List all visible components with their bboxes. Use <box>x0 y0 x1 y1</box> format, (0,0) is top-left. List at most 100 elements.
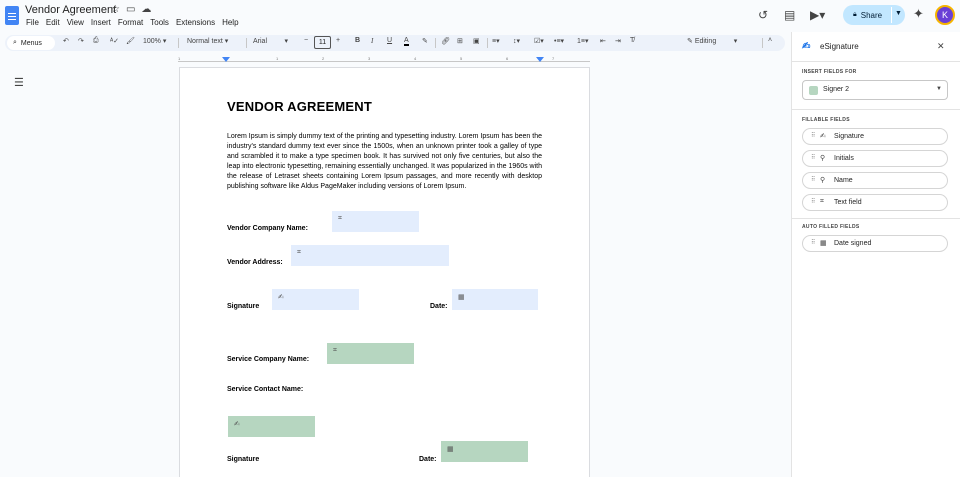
share-label: Share <box>860 10 883 20</box>
label-service-company-name: Service Company Name: <box>227 356 310 363</box>
style-select[interactable]: Normal text ▾ <box>187 37 228 45</box>
text-field-icon: ⌗ <box>333 347 337 354</box>
menu-insert[interactable]: Insert <box>91 18 111 27</box>
insert-image-icon[interactable]: ▣ <box>473 37 480 45</box>
text-field-vendor-address[interactable]: ⌗ <box>291 245 449 266</box>
close-icon[interactable]: ✕ <box>937 41 945 52</box>
mode-select[interactable]: ✎ Editing ▾ <box>687 37 737 45</box>
panel-title: eSignature <box>820 42 859 51</box>
line-spacing-icon[interactable]: ↕▾ <box>513 37 520 45</box>
auto-filled-fields-heading: AUTO FILLED FIELDS <box>802 224 860 230</box>
document-title[interactable]: Vendor Agreement <box>25 4 116 16</box>
field-chip-name[interactable]: ⠿ ⚲ Name <box>802 172 948 189</box>
bold-button[interactable]: B <box>355 37 360 44</box>
lock-icon: 🔒︎ <box>853 11 857 18</box>
menu-file[interactable]: File <box>26 18 39 27</box>
drag-handle-icon[interactable]: ⠿ <box>811 154 815 161</box>
signature-field-1[interactable]: ✍︎ <box>272 289 359 310</box>
cloud-icon[interactable]: ☁ <box>141 4 157 15</box>
date-field-2[interactable]: ▦ <box>441 441 528 462</box>
label-vendor-address: Vendor Address: <box>227 259 283 266</box>
text-field-icon: ⌗ <box>297 249 301 256</box>
menu-format[interactable]: Format <box>118 18 143 27</box>
share-button[interactable]: 🔒︎ Share ▼ <box>843 5 905 25</box>
toolbar-divider <box>246 38 247 48</box>
align-icon[interactable]: ≡▾ <box>492 37 500 45</box>
zoom-select[interactable]: 100% ▾ <box>143 37 166 45</box>
decrease-indent-icon[interactable]: ⇤ <box>600 37 606 45</box>
font-select[interactable]: Arial ▾ <box>253 37 288 45</box>
ruler-number: 1 <box>276 56 279 61</box>
field-chip-signature[interactable]: ⠿ ✍︎ Signature <box>802 128 948 145</box>
menu-tools[interactable]: Tools <box>150 18 169 27</box>
chevron-down-icon[interactable]: ▼ <box>895 10 902 17</box>
search-menus-button[interactable]: ⌕ Menus <box>7 36 55 50</box>
field-chip-label: Signature <box>834 133 864 140</box>
menu-help[interactable]: Help <box>222 18 238 27</box>
print-icon[interactable]: ⎙ <box>93 37 99 45</box>
italic-button[interactable]: I <box>371 37 373 45</box>
left-indent-marker[interactable] <box>222 57 230 62</box>
drag-handle-icon[interactable]: ⠿ <box>811 132 815 139</box>
signer-name: Signer 2 <box>823 86 850 93</box>
comment-icon[interactable]: ▤ <box>784 8 795 22</box>
date-field-1[interactable]: ▦ <box>452 289 538 310</box>
clear-formatting-icon[interactable]: T̸ <box>630 37 634 44</box>
signer-select[interactable]: Signer 2 ▼ <box>802 80 948 100</box>
avatar[interactable]: K <box>935 5 955 25</box>
docs-logo-icon[interactable] <box>5 6 19 25</box>
toolbar-divider <box>487 38 488 48</box>
font-size-input[interactable]: 11 <box>314 36 331 49</box>
drag-handle-icon[interactable]: ⠿ <box>811 198 815 205</box>
redo-icon[interactable]: ↷ <box>78 37 84 45</box>
signature-field-2[interactable]: ✍︎ <box>228 416 315 437</box>
highlight-icon[interactable]: ✎ <box>422 37 428 45</box>
bulleted-list-icon[interactable]: •≡▾ <box>554 37 564 45</box>
field-chip-label: Name <box>834 177 853 184</box>
folder-icon[interactable]: ▭ <box>126 4 141 15</box>
toolbar-divider <box>178 38 179 48</box>
menu-view[interactable]: View <box>67 18 84 27</box>
text-field-vendor-company[interactable]: ⌗ <box>332 211 419 232</box>
checklist-icon[interactable]: ☑▾ <box>534 37 544 45</box>
text-field-service-company[interactable]: ⌗ <box>327 343 414 364</box>
menu-edit[interactable]: Edit <box>46 18 60 27</box>
gemini-icon[interactable]: ✦ <box>913 6 924 22</box>
field-chip-date-signed[interactable]: ⠿ ▦ Date signed <box>802 235 948 252</box>
numbered-list-icon[interactable]: 1≡▾ <box>577 37 589 45</box>
collapse-toolbar-icon[interactable]: ˄ <box>768 37 772 44</box>
esignature-logo-icon: ✍︎ <box>802 41 811 52</box>
field-chip-text-field[interactable]: ⠿ ⌗ Text field <box>802 194 948 211</box>
ruler-line <box>178 61 590 62</box>
ruler-number: 2 <box>322 56 325 61</box>
ruler[interactable]: 1 1 2 3 4 5 6 7 <box>178 56 590 65</box>
label-vendor-company-name: Vendor Company Name: <box>227 225 308 232</box>
add-comment-icon[interactable]: ⊞ <box>457 37 463 45</box>
menu-extensions[interactable]: Extensions <box>176 18 215 27</box>
toolbar: ⌕ Menus ↶ ↷ ⎙ ᴬ✓ 🖌︎ 100% ▾ Normal text ▾… <box>5 35 785 51</box>
paint-format-icon[interactable]: 🖌︎ <box>126 37 135 45</box>
zoom-value: 100% <box>143 38 161 45</box>
field-chip-initials[interactable]: ⠿ ⚲ Initials <box>802 150 948 167</box>
history-icon[interactable]: ↺ <box>758 8 768 22</box>
document-outline-icon[interactable]: ☰ <box>14 76 24 89</box>
document-heading: VENDOR AGREEMENT <box>227 99 373 114</box>
label-signature-2: Signature <box>227 456 260 463</box>
meet-icon[interactable]: ▶▾ <box>810 8 825 22</box>
text-color-button[interactable]: A <box>404 37 409 46</box>
undo-icon[interactable]: ↶ <box>63 37 69 45</box>
underline-button[interactable]: U <box>387 37 392 44</box>
drag-handle-icon[interactable]: ⠿ <box>811 176 815 183</box>
panel-divider <box>792 218 960 219</box>
label-signature-1: Signature <box>227 303 260 310</box>
increase-font-icon[interactable]: + <box>336 37 340 44</box>
star-icon[interactable]: ☆ <box>111 4 126 15</box>
decrease-font-icon[interactable]: − <box>304 37 308 44</box>
drag-handle-icon[interactable]: ⠿ <box>811 239 815 246</box>
label-date-1: Date: <box>430 303 448 310</box>
right-indent-marker[interactable] <box>536 57 544 62</box>
spellcheck-icon[interactable]: ᴬ✓ <box>110 37 119 45</box>
ruler-number: 6 <box>506 56 509 61</box>
link-icon[interactable]: 🔗︎ <box>441 37 450 45</box>
increase-indent-icon[interactable]: ⇥ <box>615 37 621 45</box>
